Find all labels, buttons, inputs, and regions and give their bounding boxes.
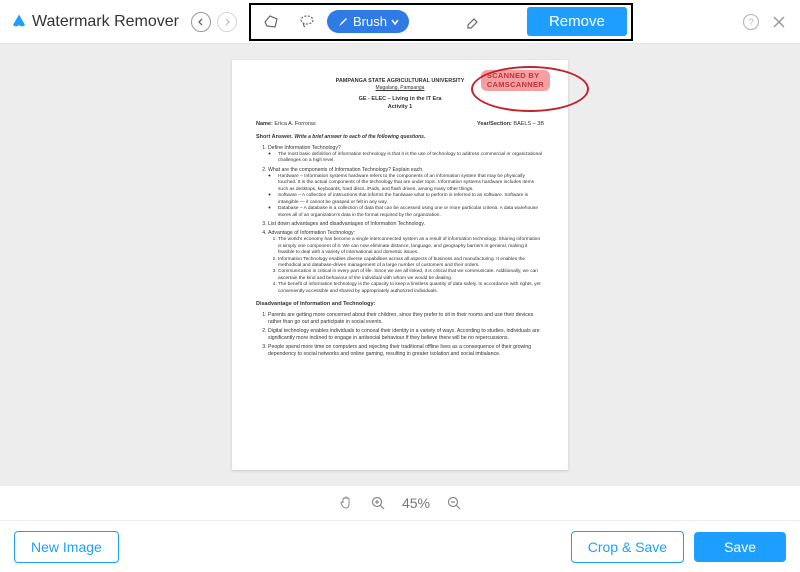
footer-bar: New Image Crop & Save Save [0, 520, 800, 572]
brush-label: Brush [353, 14, 387, 29]
crop-save-button[interactable]: Crop & Save [571, 531, 684, 563]
brush-icon [337, 16, 349, 28]
lasso-icon [298, 13, 316, 31]
watermark-selection[interactable]: SCANNED BY CAMSCANNER [481, 70, 550, 91]
app-title: Watermark Remover [32, 13, 179, 31]
help-button[interactable]: ? [740, 11, 762, 33]
brush-tool-button[interactable]: Brush [327, 10, 409, 33]
redo-icon [222, 17, 232, 27]
zoom-in-icon [370, 495, 386, 511]
eraser-tool-button[interactable] [457, 8, 489, 36]
main-toolbar: Watermark Remover Brush Remove ? [0, 0, 800, 44]
zoom-bar: 45% [0, 486, 800, 520]
app-logo-icon [10, 13, 28, 31]
app-logo: Watermark Remover [10, 13, 179, 31]
undo-icon [196, 17, 206, 27]
redo-button[interactable] [217, 12, 237, 32]
doc-course: GE - ELEC – Living in the IT Era [256, 96, 544, 103]
zoom-in-button[interactable] [370, 495, 386, 511]
svg-text:?: ? [748, 17, 754, 28]
zoom-out-button[interactable] [446, 495, 462, 511]
undo-button[interactable] [191, 12, 211, 32]
new-image-button[interactable]: New Image [14, 531, 119, 563]
close-icon [771, 14, 787, 30]
hand-icon [338, 495, 354, 511]
zoom-out-icon [446, 495, 462, 511]
doc-activity: Activity 1 [256, 104, 544, 111]
watermark-line2: CAMSCANNER [487, 80, 544, 89]
polygon-icon [262, 13, 280, 31]
document-preview: SCANNED BY CAMSCANNER PAMPANGA STATE AGR… [232, 60, 568, 470]
tool-group: Brush Remove [249, 3, 633, 41]
lasso-tool-button[interactable] [291, 8, 323, 36]
save-button[interactable]: Save [694, 532, 786, 562]
pan-tool-button[interactable] [338, 495, 354, 511]
close-button[interactable] [768, 11, 790, 33]
chevron-down-icon [391, 18, 399, 26]
help-icon: ? [742, 13, 760, 31]
canvas-area[interactable]: SCANNED BY CAMSCANNER PAMPANGA STATE AGR… [0, 44, 800, 486]
zoom-level: 45% [402, 495, 430, 511]
remove-button[interactable]: Remove [527, 7, 627, 36]
eraser-icon [464, 13, 482, 31]
polygon-tool-button[interactable] [255, 8, 287, 36]
